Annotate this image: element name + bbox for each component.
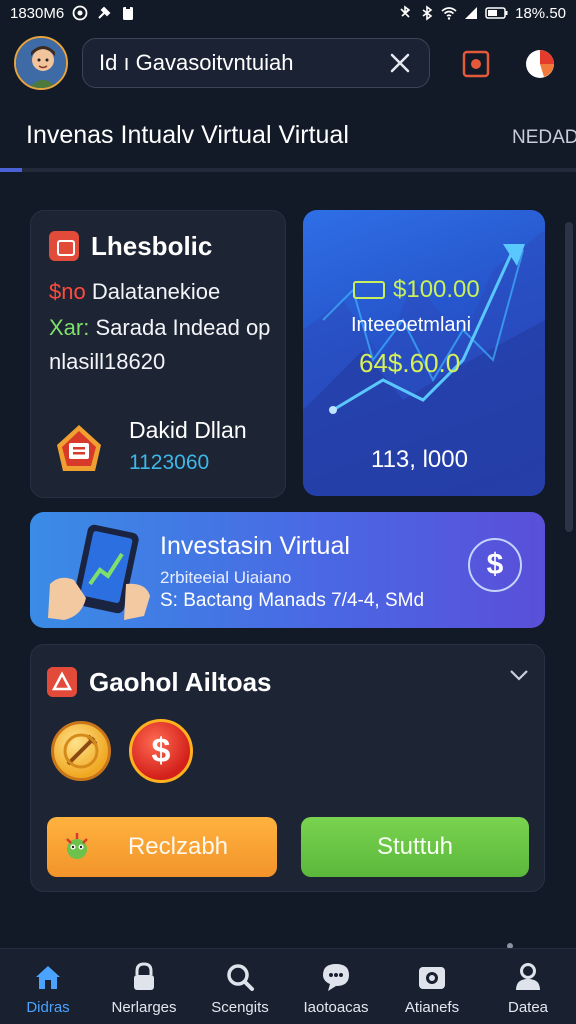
dollar-coin-icon: $ <box>129 719 193 783</box>
gold-coin-icon <box>51 721 111 781</box>
banner-detail: S: Bactang Manads 7/4-4, SMd <box>160 590 425 611</box>
status-right: 18%.50 <box>397 5 566 22</box>
bluetooth-icon <box>422 5 433 21</box>
search-box[interactable]: Id ı Gavasoitvntuiah <box>82 38 430 88</box>
status-time: 1830M6 <box>10 4 65 22</box>
pie-badge-icon[interactable] <box>520 44 560 84</box>
actions-card-title: Gaohol Ailtoas <box>89 667 272 697</box>
wallet-icon <box>49 231 79 261</box>
chart-label: Inteeoetmlani <box>351 314 472 336</box>
invest-banner[interactable]: Investasin Virtual 2rbiteeial Uiaiano S:… <box>30 512 545 628</box>
coin-glyph <box>63 733 99 769</box>
nav-label-search: Scengits <box>211 999 269 1016</box>
nav-item-camera[interactable]: Atianefs <box>384 949 480 1024</box>
holdings-line-1: $no Dalatanekioe <box>49 279 220 305</box>
banner-subtitle: 2rbiteeial Uiaiano <box>160 568 292 587</box>
tab-underline <box>0 168 576 172</box>
left-action-button[interactable]: Reclzabh <box>47 817 277 877</box>
battery-icon <box>485 7 508 19</box>
virus-icon <box>66 833 88 859</box>
nav-label-camera: Atianefs <box>404 999 460 1016</box>
holdings-card[interactable]: Lhesbolic $no Dalatanekioe Xar: Sarada I… <box>30 210 286 498</box>
nav-label-user: Datea <box>507 999 549 1016</box>
alert-icon <box>47 667 77 697</box>
right-action-label: Stuttuh <box>376 833 454 860</box>
tool-icon <box>98 6 111 19</box>
holdings-card-title: Lhesbolic <box>91 231 213 261</box>
app-header: Id ı Gavasoitvntuiah <box>0 36 576 96</box>
home-icon <box>36 966 60 989</box>
holder-number: 1123060 <box>129 451 210 474</box>
bottom-nav: Didras Nerlarges Scengits Iaotoacas Atia… <box>0 948 576 1024</box>
avatar[interactable] <box>14 36 68 90</box>
tab-next[interactable]: NEDAD <box>512 127 576 149</box>
right-action-button[interactable]: Stuttuh <box>301 817 529 877</box>
status-bar: 1830M6 18%.50 <box>0 0 576 26</box>
nav-item-user[interactable]: Datea <box>480 949 576 1024</box>
whatsapp-icon <box>72 5 88 21</box>
status-left: 1830M6 <box>10 5 136 22</box>
lock-icon <box>134 962 154 990</box>
nav-item-search[interactable]: Scengits <box>192 949 288 1024</box>
clipboard-icon <box>123 6 134 20</box>
tab-indicator <box>0 168 22 172</box>
battery-text: 18%.50 <box>515 4 566 22</box>
holdings-line-2: Xar: Sarada Indead op <box>49 315 270 341</box>
nav-label-chat: Iaotoacas <box>303 999 369 1016</box>
nav-label-home: Didras <box>26 999 70 1016</box>
actions-card: Gaohol Ailtoas $ Reclzabh Stuttuh <box>30 644 545 892</box>
avatar-image <box>16 38 66 88</box>
phone-hand-illustration <box>48 524 150 620</box>
close-icon[interactable] <box>387 50 413 76</box>
scrollbar[interactable] <box>565 222 573 532</box>
signal-icon <box>465 7 478 19</box>
tab-active[interactable]: Invenas Intualv Virtual Virtual <box>26 121 349 150</box>
holdings-line-3: nlasill18620 <box>49 349 166 374</box>
holdings-line-1-text: Dalatanekioe <box>91 279 221 304</box>
nav-item-chat[interactable]: Iaotoacas <box>288 949 384 1024</box>
bluetooth-off-icon <box>400 5 411 18</box>
chart-footer: 113, l000 <box>371 446 468 473</box>
record-icon[interactable] <box>456 44 496 84</box>
camera-icon <box>419 967 445 989</box>
chart-price-value: $100.00 <box>393 276 480 303</box>
holdings-line-2-text: Sarada Indead op <box>95 315 271 340</box>
chart-value: 64$.60.0 <box>359 348 461 378</box>
holdings-line-1-prefix: $no <box>49 279 86 304</box>
cash-icon <box>353 281 385 299</box>
wifi-icon <box>441 7 457 20</box>
nav-label-lock: Nerlarges <box>111 999 177 1016</box>
nav-item-home[interactable]: Didras <box>0 949 96 1024</box>
holder-name: Dakid Dllan <box>129 417 247 443</box>
nav-item-lock[interactable]: Nerlarges <box>96 949 192 1024</box>
search-icon <box>227 964 254 991</box>
banner-title: Investasin Virtual <box>160 532 350 560</box>
left-action-label: Reclzabh <box>127 833 229 860</box>
chart-card[interactable]: $100.00 Inteeoetmlani 64$.60.0 113, l000 <box>303 210 545 496</box>
search-input[interactable]: Id ı Gavasoitvntuiah <box>99 50 387 76</box>
holdings-line-2-prefix: Xar: <box>49 315 90 340</box>
dollar-icon[interactable]: $ <box>468 538 522 592</box>
chat-bubble-icon <box>323 964 349 991</box>
chart-price: $100.00 <box>353 276 480 304</box>
gift-badge-icon <box>57 425 101 471</box>
user-icon <box>516 963 540 990</box>
chevron-down-icon[interactable] <box>507 663 531 687</box>
